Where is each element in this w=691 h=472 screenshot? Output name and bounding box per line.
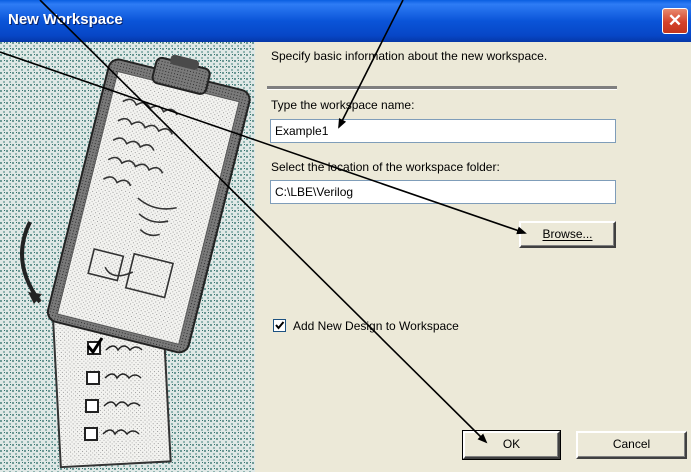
workspace-location-label: Select the location of the workspace fol…	[271, 160, 500, 174]
browse-button-label: Browse...	[542, 227, 593, 241]
workspace-name-input[interactable]: Example1	[270, 119, 616, 143]
clipboard-checklist-illustration	[0, 42, 255, 472]
cancel-button[interactable]: Cancel	[576, 431, 687, 459]
ok-button-label: OK	[502, 437, 521, 451]
title-bar[interactable]: New Workspace ✕	[0, 0, 691, 42]
cancel-button-label: Cancel	[612, 437, 651, 451]
checkmark-icon	[275, 321, 285, 330]
add-design-label[interactable]: Add New Design to Workspace	[293, 319, 459, 333]
workspace-name-label: Type the workspace name:	[271, 98, 415, 112]
instructions-text: Specify basic information about the new …	[271, 49, 548, 63]
separator	[267, 86, 617, 90]
browse-button[interactable]: Browse...	[519, 221, 616, 248]
close-icon: ✕	[667, 11, 683, 30]
workspace-location-input[interactable]: C:\LBE\Verilog	[270, 180, 616, 204]
close-button[interactable]: ✕	[662, 8, 688, 34]
new-workspace-dialog: New Workspace ✕ Specify basic informatio…	[0, 0, 691, 472]
add-design-checkbox[interactable]	[273, 319, 286, 332]
ok-button[interactable]: OK	[462, 430, 561, 460]
window-title: New Workspace	[8, 11, 123, 28]
